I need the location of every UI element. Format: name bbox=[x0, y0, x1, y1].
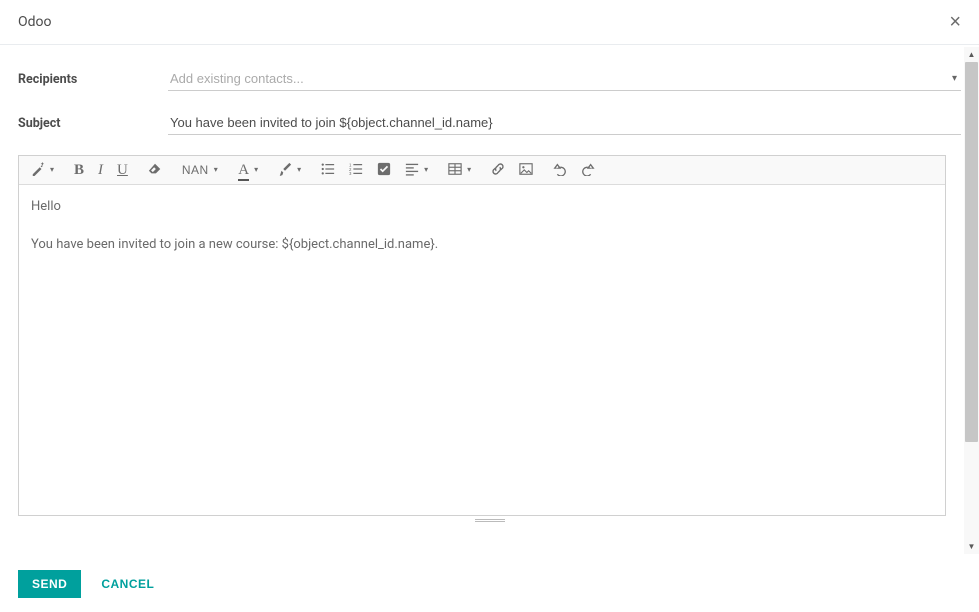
subject-row: Subject bbox=[18, 111, 961, 135]
editor-toolbar: ▾ B I U NAN ▾ bbox=[19, 156, 945, 185]
paint-brush-icon bbox=[278, 162, 292, 178]
editor-line: Hello bbox=[31, 197, 933, 217]
rich-text-editor: ▾ B I U NAN ▾ bbox=[18, 155, 946, 516]
subject-field bbox=[168, 111, 961, 135]
clear-format-button[interactable] bbox=[148, 162, 162, 178]
undo-button[interactable] bbox=[553, 162, 567, 178]
font-color-icon: A bbox=[238, 163, 249, 178]
recipients-input[interactable] bbox=[168, 67, 961, 91]
underline-icon: U bbox=[117, 163, 128, 178]
list-ul-icon bbox=[321, 162, 335, 178]
close-button[interactable]: × bbox=[949, 12, 961, 32]
caret-down-icon: ▾ bbox=[50, 166, 54, 174]
grip-icon bbox=[475, 519, 505, 522]
recipients-row: Recipients ▾ bbox=[18, 67, 961, 91]
subject-input[interactable] bbox=[168, 111, 961, 135]
image-icon bbox=[519, 162, 533, 178]
close-icon: × bbox=[949, 11, 961, 33]
image-button[interactable] bbox=[519, 162, 533, 178]
triangle-down-icon: ▼ bbox=[968, 542, 976, 551]
redo-button[interactable] bbox=[581, 162, 595, 178]
subject-label: Subject bbox=[18, 116, 168, 131]
caret-down-icon: ▾ bbox=[424, 166, 428, 174]
modal-header: Odoo × bbox=[0, 0, 979, 45]
checklist-button[interactable] bbox=[377, 162, 391, 178]
redo-icon bbox=[581, 162, 595, 178]
underline-button[interactable]: U bbox=[117, 163, 128, 178]
caret-down-icon: ▾ bbox=[254, 166, 258, 174]
bold-icon: B bbox=[74, 163, 84, 178]
caret-down-icon: ▾ bbox=[467, 166, 471, 174]
caret-down-icon: ▾ bbox=[214, 166, 219, 174]
recipients-dropdown-caret[interactable]: ▾ bbox=[952, 73, 957, 84]
font-size-label: NAN bbox=[182, 164, 209, 176]
align-dropdown[interactable]: ▾ bbox=[405, 162, 428, 178]
ordered-list-button[interactable]: 123 bbox=[349, 162, 363, 178]
scroll-down-arrow[interactable]: ▼ bbox=[964, 539, 979, 554]
font-size-dropdown[interactable]: NAN ▾ bbox=[182, 164, 218, 176]
cancel-button[interactable]: CANCEL bbox=[97, 570, 158, 598]
scrollbar-thumb[interactable] bbox=[965, 62, 978, 442]
italic-button[interactable]: I bbox=[98, 163, 103, 178]
table-icon bbox=[448, 162, 462, 178]
link-button[interactable] bbox=[491, 162, 505, 178]
caret-down-icon: ▾ bbox=[297, 166, 301, 174]
table-dropdown[interactable]: ▾ bbox=[448, 162, 471, 178]
align-left-icon bbox=[405, 162, 419, 178]
resize-handle[interactable] bbox=[18, 516, 961, 524]
magic-wand-icon bbox=[31, 162, 45, 178]
modal-title: Odoo bbox=[18, 14, 52, 30]
chevron-down-icon: ▾ bbox=[952, 73, 957, 84]
link-icon bbox=[491, 162, 505, 178]
triangle-up-icon: ▲ bbox=[968, 50, 976, 59]
italic-icon: I bbox=[98, 163, 103, 178]
send-button[interactable]: SEND bbox=[18, 570, 81, 598]
recipients-label: Recipients bbox=[18, 72, 168, 87]
modal-body: Recipients ▾ Subject ▾ B bbox=[0, 45, 979, 555]
recipients-field: ▾ bbox=[168, 67, 961, 91]
list-ol-icon: 123 bbox=[349, 162, 363, 178]
style-dropdown[interactable]: ▾ bbox=[31, 162, 54, 178]
font-color-dropdown[interactable]: A ▾ bbox=[238, 163, 258, 178]
unordered-list-button[interactable] bbox=[321, 162, 335, 178]
editor-content[interactable]: Hello You have been invited to join a ne… bbox=[19, 185, 945, 515]
svg-text:3: 3 bbox=[349, 171, 352, 176]
undo-icon bbox=[553, 162, 567, 178]
bold-button[interactable]: B bbox=[74, 163, 84, 178]
highlight-dropdown[interactable]: ▾ bbox=[278, 162, 301, 178]
scroll-up-arrow[interactable]: ▲ bbox=[964, 47, 979, 62]
editor-line: You have been invited to join a new cour… bbox=[31, 235, 933, 255]
check-square-icon bbox=[377, 162, 391, 178]
eraser-icon bbox=[148, 162, 162, 178]
modal-footer: SEND CANCEL bbox=[0, 560, 979, 612]
scrollbar[interactable]: ▲ ▼ bbox=[964, 47, 979, 554]
